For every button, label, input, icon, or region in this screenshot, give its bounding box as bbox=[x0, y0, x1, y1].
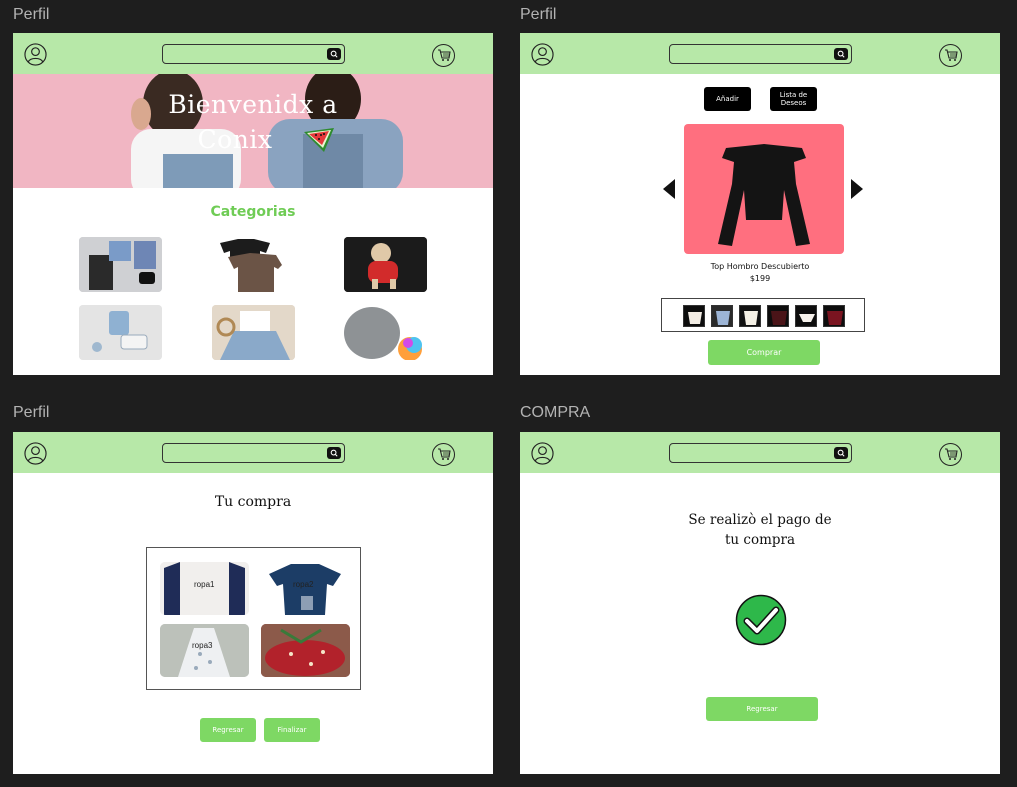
top-bar bbox=[13, 432, 493, 473]
cart-item-label: ropa1 bbox=[194, 580, 215, 589]
add-button[interactable]: Añadir bbox=[704, 87, 751, 111]
category-tile-tech[interactable] bbox=[344, 305, 427, 360]
user-icon[interactable] bbox=[531, 43, 554, 66]
search-icon[interactable] bbox=[327, 48, 341, 60]
product-price: $199 bbox=[749, 274, 771, 283]
cart-icon[interactable] bbox=[939, 44, 962, 67]
home-screen: Bienvenidx a Conix Categorias bbox=[13, 33, 493, 375]
categories-title: Categorias bbox=[210, 204, 296, 220]
top-bar bbox=[13, 33, 493, 74]
variant-thumb[interactable] bbox=[823, 305, 845, 327]
top-bar bbox=[520, 432, 1000, 473]
search-input[interactable] bbox=[669, 443, 852, 463]
product-screen: Añadir Lista de Deseos Top Hombro Descub… bbox=[520, 33, 1000, 375]
confirm-line1: Se realizò el pago de bbox=[688, 512, 832, 528]
category-tile-outfits[interactable] bbox=[79, 237, 162, 292]
cart-item[interactable]: ropa1 bbox=[160, 562, 249, 615]
category-tile-women[interactable] bbox=[212, 305, 295, 360]
search-icon[interactable] bbox=[834, 447, 848, 459]
hero-title-line2: Conix bbox=[197, 125, 273, 154]
cart-item[interactable] bbox=[261, 624, 350, 677]
back-button[interactable]: Regresar bbox=[200, 718, 256, 742]
cart-item-label: ropa2 bbox=[293, 580, 314, 589]
search-input[interactable] bbox=[162, 44, 345, 64]
cart-item[interactable]: ropa2 bbox=[261, 562, 350, 615]
search-input[interactable] bbox=[162, 443, 345, 463]
cart-item-label: ropa3 bbox=[192, 641, 213, 650]
cart-icon[interactable] bbox=[432, 44, 455, 67]
confirm-screen: Se realizò el pago de tu compra Regresar bbox=[520, 432, 1000, 774]
search-icon[interactable] bbox=[327, 447, 341, 459]
wishlist-label-line1: Lista de bbox=[779, 90, 808, 99]
frame-label-confirm: COMPRA bbox=[520, 404, 591, 421]
cart-item[interactable]: ropa3 bbox=[160, 624, 249, 677]
frame-label-product: Perfil bbox=[520, 6, 557, 23]
variant-thumb[interactable] bbox=[767, 305, 789, 327]
cart-icon[interactable] bbox=[939, 443, 962, 466]
hero-title-line1: Bienvenidx a bbox=[168, 90, 338, 119]
variant-thumb[interactable] bbox=[711, 305, 733, 327]
variant-thumb[interactable] bbox=[795, 305, 817, 327]
cart-title: Tu compra bbox=[214, 494, 292, 510]
user-icon[interactable] bbox=[24, 442, 47, 465]
frame-label-home: Perfil bbox=[13, 6, 50, 23]
wishlist-label-line2: Deseos bbox=[780, 99, 807, 107]
product-name: Top Hombro Descubierto bbox=[710, 262, 810, 271]
wishlist-button[interactable]: Lista de Deseos bbox=[770, 87, 817, 111]
watermelon-icon bbox=[304, 128, 334, 152]
frame-label-cart: Perfil bbox=[13, 404, 50, 421]
arrow-left-icon[interactable] bbox=[661, 178, 677, 200]
back-button[interactable]: Regresar bbox=[706, 697, 818, 721]
cart-icon[interactable] bbox=[432, 443, 455, 466]
user-icon[interactable] bbox=[531, 442, 554, 465]
check-icon bbox=[735, 594, 787, 646]
finish-button[interactable]: Finalizar bbox=[264, 718, 320, 742]
search-input[interactable] bbox=[669, 44, 852, 64]
user-icon[interactable] bbox=[24, 43, 47, 66]
search-icon[interactable] bbox=[834, 48, 848, 60]
product-image bbox=[684, 124, 844, 254]
category-tile-pets[interactable] bbox=[344, 237, 427, 292]
variant-thumb[interactable] bbox=[683, 305, 705, 327]
hero-banner: Bienvenidx a Conix bbox=[13, 74, 493, 188]
arrow-right-icon[interactable] bbox=[849, 178, 865, 200]
category-tile-tops[interactable] bbox=[212, 237, 295, 292]
top-bar bbox=[520, 33, 1000, 74]
cart-screen: Tu compra ropa1 ropa2 ropa3 Regresar Fin… bbox=[13, 432, 493, 774]
confirm-line2: tu compra bbox=[724, 532, 796, 548]
buy-button[interactable]: Comprar bbox=[708, 340, 820, 365]
category-tile-kids[interactable] bbox=[79, 305, 162, 360]
variant-thumb[interactable] bbox=[739, 305, 761, 327]
